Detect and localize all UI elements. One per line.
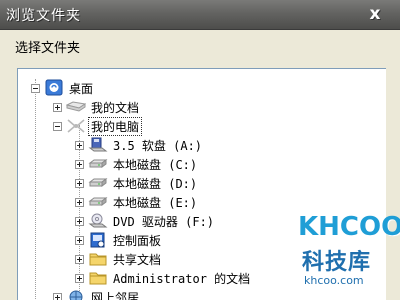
tree-label: 本地磁盘 (C:) bbox=[113, 157, 198, 172]
expand-toggle[interactable] bbox=[75, 178, 84, 188]
expand-toggle[interactable] bbox=[75, 216, 84, 226]
expand-toggle[interactable] bbox=[75, 140, 84, 150]
hard-disk-icon bbox=[88, 159, 108, 168]
tree-label: 本地磁盘 (E:) bbox=[113, 195, 198, 210]
watermark: KHCOO 科技库 khcoo.com bbox=[290, 212, 400, 294]
tree-label: DVD 驱动器 (F:) bbox=[113, 214, 215, 229]
tree-label: Administrator 的文档 bbox=[113, 271, 251, 286]
documents-folder-icon bbox=[66, 101, 86, 112]
title-bar[interactable]: 浏览文件夹 x bbox=[0, 0, 400, 30]
close-icon: x bbox=[369, 4, 381, 24]
expand-toggle[interactable] bbox=[75, 159, 84, 169]
collapse-toggle[interactable] bbox=[53, 121, 62, 131]
hard-disk-icon bbox=[88, 197, 108, 206]
tree-label: 桌面 bbox=[69, 81, 94, 96]
tree-label-selected: 我的电脑 bbox=[88, 116, 143, 136]
floppy-drive-icon bbox=[88, 137, 108, 152]
tree-item-network[interactable]: 网上邻居 bbox=[53, 286, 139, 300]
tree-label: 我的文档 bbox=[91, 100, 140, 115]
watermark-url: khcoo.com bbox=[304, 274, 364, 287]
dvd-drive-icon bbox=[88, 213, 108, 228]
network-icon bbox=[69, 290, 83, 300]
expand-toggle[interactable] bbox=[75, 235, 84, 245]
hard-disk-icon bbox=[88, 178, 108, 187]
tree-label: 网上邻居 bbox=[91, 290, 140, 300]
control-panel-icon bbox=[90, 232, 105, 248]
close-button[interactable]: x bbox=[364, 3, 386, 25]
folder-icon bbox=[89, 272, 107, 285]
collapse-toggle[interactable] bbox=[31, 83, 40, 93]
folder-icon bbox=[89, 253, 107, 266]
tree-label: 3.5 软盘 (A:) bbox=[113, 138, 203, 153]
computer-icon bbox=[67, 119, 85, 133]
desktop-icon bbox=[45, 79, 63, 96]
tree-label: 本地磁盘 (D:) bbox=[113, 176, 198, 191]
expand-toggle[interactable] bbox=[53, 102, 62, 112]
expand-toggle[interactable] bbox=[53, 292, 62, 300]
browse-folder-dialog: 浏览文件夹 x 选择文件夹 桌面 我的文档 我的电脑 3.5 软盘 (A:) 本… bbox=[0, 0, 400, 300]
watermark-logo: KHCOO bbox=[298, 212, 400, 242]
expand-toggle[interactable] bbox=[75, 197, 84, 207]
expand-toggle[interactable] bbox=[75, 273, 84, 283]
dialog-prompt: 选择文件夹 bbox=[15, 41, 81, 56]
expand-toggle[interactable] bbox=[75, 254, 84, 264]
watermark-brand: 科技库 bbox=[302, 250, 372, 275]
window-title: 浏览文件夹 bbox=[6, 8, 81, 24]
tree-line bbox=[35, 79, 36, 300]
tree-label: 共享文档 bbox=[113, 252, 162, 267]
tree-label: 控制面板 bbox=[113, 233, 162, 248]
